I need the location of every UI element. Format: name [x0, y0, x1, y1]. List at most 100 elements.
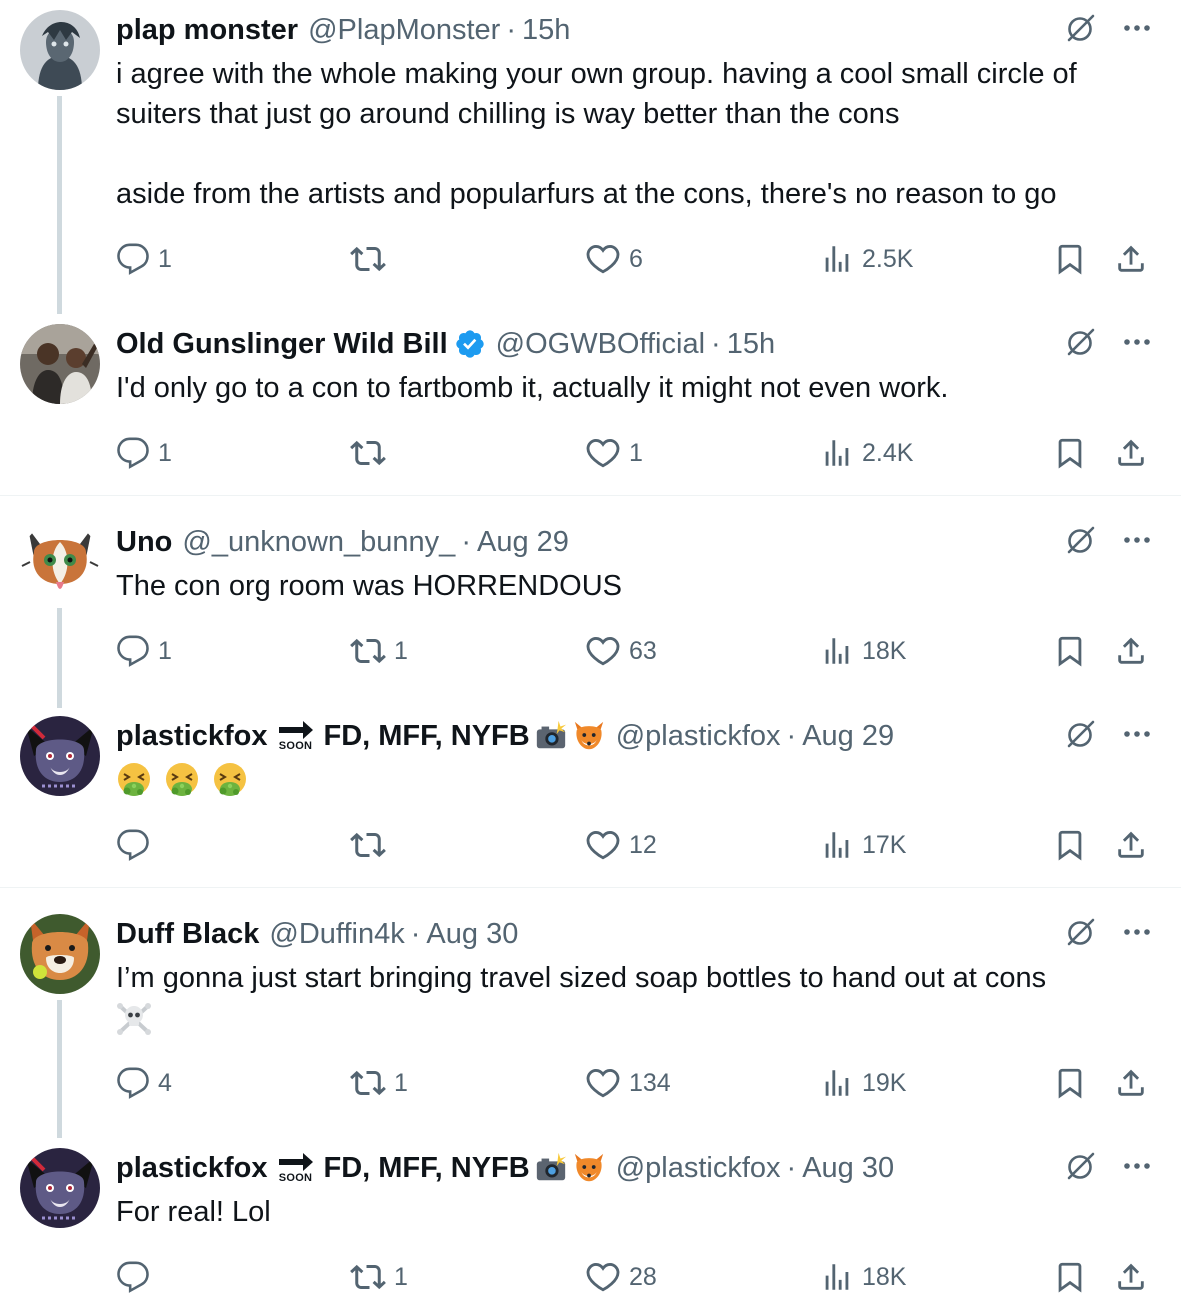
repost-count: 1: [394, 1068, 408, 1097]
more-icon[interactable]: [1121, 524, 1153, 556]
username[interactable]: @PlapMonster: [308, 10, 500, 50]
more-icon[interactable]: [1121, 326, 1153, 358]
bookmark-button[interactable]: [1053, 239, 1087, 279]
fox-emoji: [572, 719, 606, 753]
timestamp[interactable]: Aug 29: [477, 522, 569, 562]
like-button[interactable]: 1: [585, 433, 643, 473]
reply-button[interactable]: 1: [116, 239, 172, 279]
avatar[interactable]: [20, 716, 100, 796]
avatar[interactable]: [20, 324, 100, 404]
avatar-image: [20, 10, 100, 90]
grok-icon[interactable]: [1065, 916, 1097, 948]
username[interactable]: @plastickfox: [616, 1148, 781, 1188]
tweet[interactable]: plap monster @PlapMonster · 15h i agree …: [0, 0, 1181, 314]
grok-icon[interactable]: [1065, 1150, 1097, 1182]
more-icon[interactable]: [1121, 718, 1153, 750]
share-button[interactable]: [1114, 825, 1148, 865]
bookmark-button[interactable]: [1053, 631, 1087, 671]
avatar-image: [20, 716, 100, 796]
tweet[interactable]: Duff Black @Duffin4k · Aug 30 I’m gonna …: [0, 904, 1181, 1138]
soon-label: SOON: [278, 740, 313, 752]
timestamp[interactable]: 15h: [522, 10, 570, 50]
reply-icon: [116, 1260, 150, 1294]
more-icon[interactable]: [1121, 1150, 1153, 1182]
views-button[interactable]: 2.4K: [820, 433, 913, 473]
share-button[interactable]: [1114, 1257, 1148, 1297]
views-button[interactable]: 18K: [820, 1257, 906, 1297]
views-button[interactable]: 2.5K: [820, 239, 913, 279]
display-name-suffix: FD, MFF, NYFB: [323, 720, 530, 752]
like-button[interactable]: 12: [585, 825, 657, 865]
repost-button[interactable]: 1: [350, 631, 408, 671]
tweet[interactable]: plastickfox SOON FD, MFF, NYFB @plastick…: [0, 1138, 1181, 1312]
bookmark-button[interactable]: [1053, 825, 1087, 865]
like-icon: [585, 633, 621, 669]
repost-button[interactable]: 1: [350, 1063, 408, 1103]
views-icon: [820, 1260, 854, 1294]
display-name[interactable]: plastickfox: [116, 1148, 268, 1188]
share-button[interactable]: [1114, 433, 1148, 473]
username[interactable]: @Duffin4k: [269, 914, 404, 954]
share-button[interactable]: [1114, 1063, 1148, 1103]
tweet[interactable]: plastickfox SOON FD, MFF, NYFB @plastick…: [0, 706, 1181, 886]
views-button[interactable]: 18K: [820, 631, 906, 671]
bookmark-button[interactable]: [1053, 1257, 1087, 1297]
username[interactable]: @OGWBOfficial: [496, 324, 705, 364]
reply-count: 1: [158, 244, 172, 273]
reply-count: 4: [158, 1068, 172, 1097]
timestamp[interactable]: Aug 30: [426, 914, 518, 954]
grok-icon[interactable]: [1065, 12, 1097, 44]
views-button[interactable]: 17K: [820, 825, 906, 865]
grok-icon[interactable]: [1065, 718, 1097, 750]
reply-icon: [116, 634, 150, 668]
repost-count: 1: [394, 636, 408, 665]
grok-icon[interactable]: [1065, 326, 1097, 358]
reply-button[interactable]: [116, 825, 158, 865]
bookmark-button[interactable]: [1053, 433, 1087, 473]
display-name[interactable]: Uno: [116, 522, 172, 562]
bookmark-button[interactable]: [1053, 1063, 1087, 1103]
repost-button[interactable]: [350, 239, 394, 279]
tweet-top-actions: [1065, 524, 1153, 556]
tweet[interactable]: Uno @_unknown_bunny_ · Aug 29 The con or…: [0, 512, 1181, 708]
reply-button[interactable]: 1: [116, 433, 172, 473]
grok-icon[interactable]: [1065, 524, 1097, 556]
username[interactable]: @_unknown_bunny_: [182, 522, 455, 562]
timestamp[interactable]: 15h: [727, 324, 775, 364]
like-icon: [585, 241, 621, 277]
display-name[interactable]: Duff Black: [116, 914, 259, 954]
reply-button[interactable]: [116, 1257, 158, 1297]
display-name[interactable]: Old Gunslinger Wild Bill: [116, 324, 448, 364]
timestamp[interactable]: Aug 30: [802, 1148, 894, 1188]
share-icon: [1114, 828, 1148, 862]
display-name[interactable]: plastickfox: [116, 716, 268, 756]
timestamp[interactable]: Aug 29: [802, 716, 894, 756]
repost-button[interactable]: [350, 825, 394, 865]
avatar-image: [20, 522, 100, 602]
share-button[interactable]: [1114, 239, 1148, 279]
share-button[interactable]: [1114, 631, 1148, 671]
tweet-text: I’m gonna just start bringing travel siz…: [116, 962, 1047, 994]
reply-button[interactable]: 4: [116, 1063, 172, 1103]
like-button[interactable]: 134: [585, 1063, 671, 1103]
nauseated-face-emoji: [164, 762, 200, 798]
like-button[interactable]: 63: [585, 631, 657, 671]
avatar[interactable]: [20, 914, 100, 994]
repost-button[interactable]: 1: [350, 1257, 408, 1297]
reply-button[interactable]: 1: [116, 631, 172, 671]
avatar[interactable]: [20, 522, 100, 602]
display-name[interactable]: plap monster: [116, 10, 298, 50]
view-count: 2.5K: [862, 244, 914, 273]
like-button[interactable]: 6: [585, 239, 643, 279]
avatar-image: [20, 1148, 100, 1228]
username[interactable]: @plastickfox: [616, 716, 781, 756]
more-icon[interactable]: [1121, 916, 1153, 948]
avatar[interactable]: [20, 10, 100, 90]
avatar[interactable]: [20, 1148, 100, 1228]
like-button[interactable]: 28: [585, 1257, 657, 1297]
views-button[interactable]: 19K: [820, 1063, 906, 1103]
tweet[interactable]: Old Gunslinger Wild Bill @OGWBOfficial ·…: [0, 314, 1181, 494]
tweet-text: i agree with the whole making your own g…: [116, 58, 1077, 210]
more-icon[interactable]: [1121, 12, 1153, 44]
repost-button[interactable]: [350, 433, 394, 473]
